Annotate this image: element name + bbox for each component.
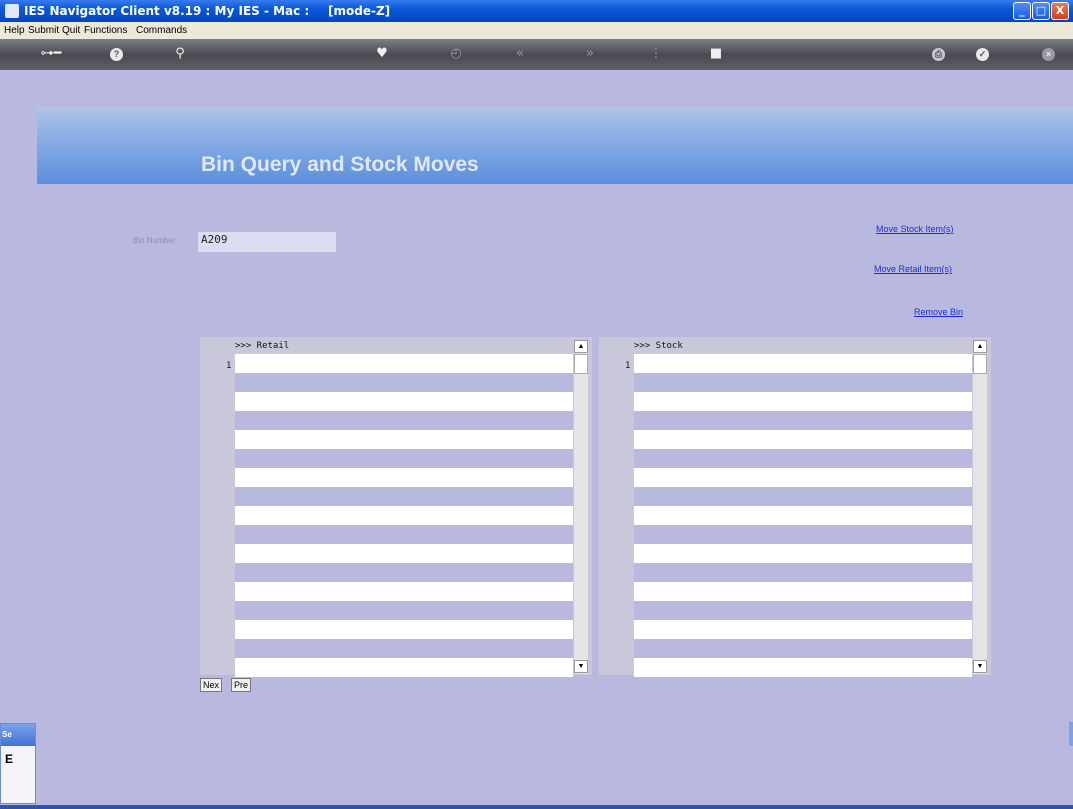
toolbar: ⊶━ ? ⚲ ♥ ◴ « » ⋮ ■ ⎙ ✓ ×: [0, 39, 1073, 70]
table-row[interactable]: [235, 392, 573, 411]
move-retail-items-link[interactable]: Move Retail Item(s): [874, 264, 952, 274]
scroll-thumb[interactable]: [574, 354, 588, 374]
table-row[interactable]: [634, 411, 972, 430]
table-row[interactable]: [235, 563, 573, 582]
move-stock-items-link[interactable]: Move Stock Item(s): [876, 224, 954, 234]
clock-icon[interactable]: ◴: [446, 46, 466, 61]
stock-row-number: 1: [625, 361, 631, 371]
key-icon[interactable]: ⊶━: [34, 46, 68, 61]
table-row[interactable]: [634, 525, 972, 544]
minimize-button[interactable]: _: [1013, 2, 1031, 20]
table-row[interactable]: [634, 658, 972, 677]
table-row[interactable]: [634, 392, 972, 411]
scroll-up-icon[interactable]: ▲: [574, 340, 588, 353]
stock-grid: >>> Stock 1 ▲ ▼: [599, 337, 991, 677]
table-row[interactable]: [235, 354, 573, 373]
side-panel[interactable]: Se E: [0, 723, 36, 804]
table-row[interactable]: [235, 658, 573, 677]
table-row[interactable]: [235, 373, 573, 392]
heart-icon[interactable]: ♥: [372, 46, 392, 61]
page-title: Bin Query and Stock Moves: [201, 153, 479, 176]
table-row[interactable]: [634, 506, 972, 525]
print-icon[interactable]: ⎙: [932, 48, 945, 61]
stock-scrollbar[interactable]: ▲ ▼: [973, 340, 987, 674]
table-row[interactable]: [235, 430, 573, 449]
table-row[interactable]: [235, 544, 573, 563]
table-row[interactable]: [235, 601, 573, 620]
side-panel-caption: Se: [1, 724, 35, 746]
table-row[interactable]: [235, 487, 573, 506]
stop-icon[interactable]: ■: [706, 46, 726, 61]
table-row[interactable]: [235, 506, 573, 525]
table-row[interactable]: [634, 354, 972, 373]
bin-number-field[interactable]: A209: [198, 232, 336, 252]
right-edge-tab[interactable]: [1069, 722, 1073, 746]
scroll-up-icon[interactable]: ▲: [973, 340, 987, 353]
retail-scrollbar[interactable]: ▲ ▼: [574, 340, 588, 674]
table-row[interactable]: [235, 582, 573, 601]
menu-functions[interactable]: Functions: [84, 25, 127, 36]
mode-indicator: [mode-Z]: [328, 4, 391, 18]
table-row[interactable]: [634, 468, 972, 487]
menu-help[interactable]: Help: [4, 25, 25, 36]
retail-grid: >>> Retail 1 ▲ ▼: [200, 337, 592, 677]
table-row[interactable]: [634, 620, 972, 639]
stock-grid-header: >>> Stock: [634, 341, 683, 351]
table-row[interactable]: [235, 525, 573, 544]
table-row[interactable]: [634, 582, 972, 601]
menu-quit[interactable]: Quit: [62, 25, 80, 36]
window-titlebar: IES Navigator Client v8.19 : My IES - Ma…: [0, 0, 1073, 22]
table-row[interactable]: [634, 563, 972, 582]
search-icon[interactable]: ⚲: [170, 46, 190, 61]
retail-rows[interactable]: [235, 354, 573, 677]
help-icon[interactable]: ?: [110, 48, 123, 61]
maximize-button[interactable]: □: [1032, 2, 1050, 20]
next-page-button[interactable]: Nex: [200, 678, 223, 692]
scroll-down-icon[interactable]: ▼: [574, 660, 588, 673]
forward-icon[interactable]: »: [580, 46, 600, 61]
ok-icon[interactable]: ✓: [976, 48, 989, 61]
table-row[interactable]: [634, 601, 972, 620]
scroll-thumb[interactable]: [973, 354, 987, 374]
app-icon: [5, 4, 19, 18]
table-row[interactable]: [235, 411, 573, 430]
list-icon[interactable]: ⋮: [646, 46, 666, 61]
table-row[interactable]: [634, 544, 972, 563]
rewind-icon[interactable]: «: [510, 46, 530, 61]
previous-page-button[interactable]: Pre: [231, 678, 252, 692]
table-row[interactable]: [634, 430, 972, 449]
table-row[interactable]: [634, 449, 972, 468]
page-banner: Bin Query and Stock Moves: [37, 107, 1073, 184]
retail-row-number: 1: [226, 361, 232, 371]
table-row[interactable]: [634, 639, 972, 658]
cancel-icon[interactable]: ×: [1042, 48, 1055, 61]
bottom-border: [0, 805, 1073, 809]
table-row[interactable]: [235, 620, 573, 639]
table-row[interactable]: [235, 449, 573, 468]
close-button[interactable]: X: [1051, 2, 1069, 20]
side-panel-text: E: [5, 752, 14, 766]
table-row[interactable]: [634, 373, 972, 392]
remove-bin-link[interactable]: Remove Bin: [914, 307, 963, 317]
table-row[interactable]: [235, 468, 573, 487]
menu-commands[interactable]: Commands: [136, 25, 187, 36]
bin-number-label: Bin Number: [133, 236, 176, 245]
stock-rows[interactable]: [634, 354, 972, 677]
scroll-down-icon[interactable]: ▼: [973, 660, 987, 673]
menu-bar: Help Submit Quit Functions Commands: [0, 22, 1073, 39]
window-title: IES Navigator Client v8.19 : My IES - Ma…: [24, 4, 310, 18]
menu-submit[interactable]: Submit: [28, 25, 59, 36]
table-row[interactable]: [235, 639, 573, 658]
table-row[interactable]: [634, 487, 972, 506]
retail-grid-header: >>> Retail: [235, 341, 290, 351]
